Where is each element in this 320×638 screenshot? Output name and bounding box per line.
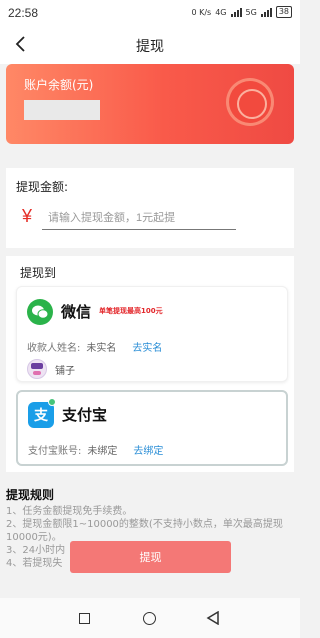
- amount-input[interactable]: [42, 206, 236, 230]
- rules-title: 提现规则: [6, 488, 55, 502]
- wechat-user: 铺子: [27, 359, 75, 379]
- wechat-account-row: 收款人姓名: 未实名 去实名: [27, 339, 162, 354]
- wechat-limit-tag: 单笔提现最高100元: [99, 307, 163, 315]
- alipay-option[interactable]: 支 支付宝 支付宝账号: 未绑定 去绑定: [16, 390, 288, 466]
- alipay-account-value: 未绑定: [87, 446, 118, 457]
- wechat-account-label: 收款人姓名:: [27, 343, 81, 354]
- signal-icon-2: [260, 7, 272, 17]
- wechat-user-name: 铺子: [55, 365, 75, 377]
- selected-check-icon: [48, 398, 56, 406]
- network-speed: 0 K/s: [191, 7, 212, 17]
- yen-icon: ¥: [22, 206, 33, 226]
- back-icon[interactable]: [206, 611, 220, 625]
- status-icons: 0 K/s 4G 5G 38: [191, 6, 292, 18]
- withdraw-to-label: 提现到: [20, 266, 57, 280]
- battery-icon: 38: [275, 6, 292, 18]
- balance-label: 账户余额(元): [24, 78, 94, 92]
- signal-icon: [230, 7, 242, 17]
- balance-value-masked: [24, 100, 100, 120]
- alipay-account-row: 支付宝账号: 未绑定 去绑定: [28, 442, 163, 457]
- nav-bar: 提现: [0, 26, 300, 64]
- system-nav-bar: [0, 598, 300, 638]
- bind-account-link[interactable]: 去绑定: [133, 446, 163, 457]
- coin-icon: [226, 78, 274, 126]
- amount-label: 提现金额:: [16, 180, 69, 194]
- balance-card: 账户余额(元): [6, 64, 294, 144]
- alipay-account-label: 支付宝账号:: [28, 446, 82, 457]
- alipay-name: 支付宝: [62, 406, 108, 424]
- home-icon[interactable]: [143, 612, 156, 625]
- verify-name-link[interactable]: 去实名: [132, 343, 162, 354]
- recent-apps-icon[interactable]: [79, 613, 90, 624]
- status-time: 22:58: [8, 6, 39, 20]
- amount-section: 提现金额: ¥: [6, 168, 294, 248]
- wechat-name: 微信: [61, 303, 92, 321]
- status-bar: 22:58 0 K/s 4G 5G 38: [0, 0, 300, 26]
- wechat-account-value: 未实名: [86, 343, 117, 354]
- page-title: 提现: [136, 39, 164, 55]
- withdraw-button[interactable]: 提现: [70, 541, 231, 573]
- network-4g-label: 4G: [215, 7, 227, 17]
- wechat-icon: [27, 299, 53, 325]
- avatar: [27, 359, 47, 379]
- network-5g-label: 5G: [245, 7, 257, 17]
- withdraw-to-section: 提现到 微信 单笔提现最高100元 收款人姓名: 未实名 去实名 铺子 支 支付宝 …: [6, 256, 294, 472]
- rule-item: 1、任务金额提现免手续费。: [6, 506, 133, 517]
- wechat-option[interactable]: 微信 单笔提现最高100元 收款人姓名: 未实名 去实名 铺子: [16, 286, 288, 382]
